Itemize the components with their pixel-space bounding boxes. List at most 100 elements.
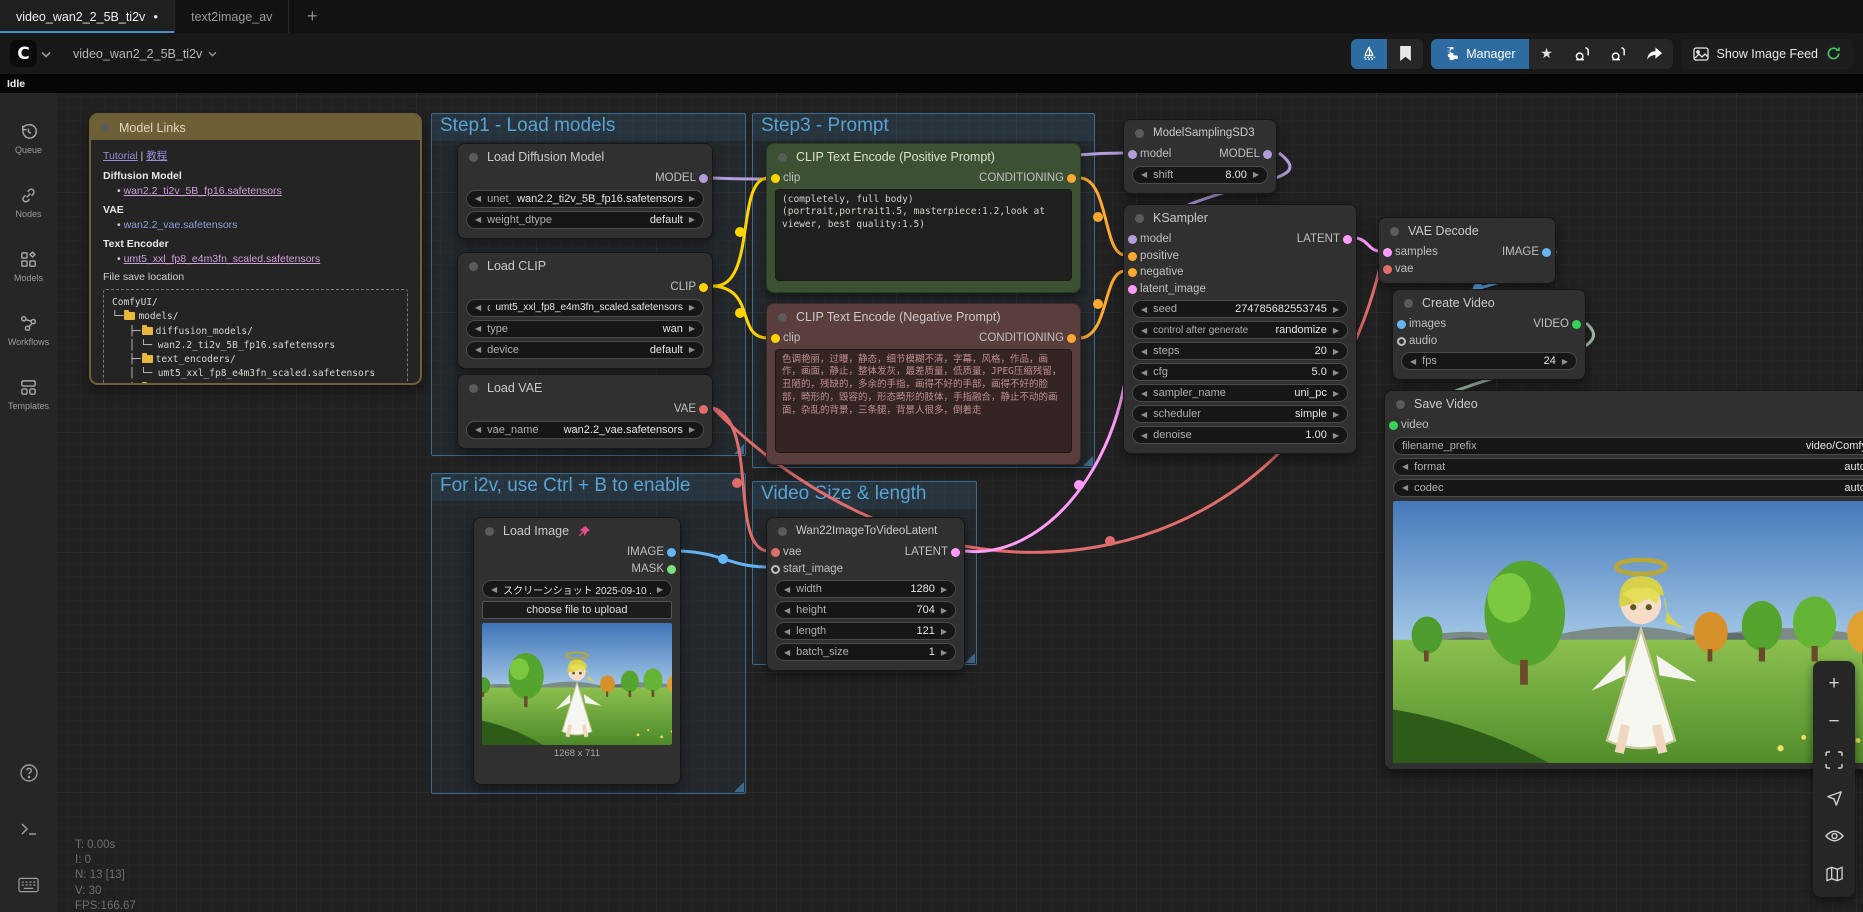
output-port-vae[interactable] (699, 405, 708, 414)
output-port-video[interactable] (1572, 320, 1581, 329)
sidebar-item-models[interactable]: Models (0, 235, 57, 297)
collapse-dot[interactable] (1135, 129, 1144, 138)
widget-type[interactable]: ◀typewan▶ (466, 320, 704, 338)
sidebar-item-templates[interactable]: Templates (0, 363, 57, 425)
node-save-video[interactable]: Save Video video filename_prefixvideo/Co… (1384, 390, 1863, 770)
node-wan22-image-to-video-latent[interactable]: Wan22ImageToVideoLatent vae LATENT start… (766, 517, 965, 671)
widget-denoise[interactable]: ◀denoise1.00▶ (1132, 426, 1348, 444)
toggle-link-visibility-button[interactable] (1817, 819, 1851, 853)
group-title[interactable]: Video Size & length (753, 482, 976, 509)
workflow-name-dropdown[interactable]: video_wan2_2_5B_ti2v (73, 47, 217, 61)
chevron-down-icon[interactable] (41, 45, 51, 63)
widget-scheduler[interactable]: ◀schedulersimple▶ (1132, 405, 1348, 423)
node-create-video[interactable]: Create Video images VIDEO audio ◀fps24▶ (1392, 289, 1586, 380)
collapse-dot[interactable] (1135, 214, 1144, 223)
widget-clip-name[interactable]: ◀clip_...umt5_xxl_fp8_e4m3fn_scaled.safe… (466, 299, 704, 317)
input-port-start-image[interactable] (771, 565, 780, 574)
output-port-model[interactable] (699, 174, 708, 183)
prompt-textarea[interactable]: 色调艳丽，过曝，静态，细节模糊不清，字幕，风格，作品，画作，画面，静止，整体发灰… (775, 349, 1072, 453)
sidebar-item-workflows[interactable]: Workflows (0, 299, 57, 361)
output-port-image[interactable] (667, 548, 676, 557)
collapse-dot[interactable] (778, 527, 787, 536)
widget-fps[interactable]: ◀fps24▶ (1401, 352, 1577, 370)
comfyui-logo[interactable]: C (10, 40, 37, 67)
sail-icon-button[interactable] (1351, 39, 1387, 69)
input-port-negative[interactable] (1128, 268, 1137, 277)
show-image-feed-button[interactable]: Show Image Feed (1681, 39, 1853, 69)
manager-button[interactable]: Manager (1431, 39, 1528, 69)
input-port-vae[interactable] (771, 548, 780, 557)
group-title[interactable]: For i2v, use Ctrl + B to enable (432, 474, 745, 501)
prompt-textarea[interactable]: (completely, full body) (portrait,portra… (775, 189, 1072, 281)
output-port-conditioning[interactable] (1067, 174, 1076, 183)
share-button[interactable] (1637, 39, 1673, 69)
widget-image-select[interactable]: ◀スクリーンショット 2025-09-10 ...▶ (482, 580, 672, 598)
shortcuts-button[interactable] (0, 858, 57, 912)
help-button[interactable] (0, 746, 57, 800)
collapse-dot[interactable] (469, 262, 478, 271)
widget-batch-size[interactable]: ◀batch_size1▶ (775, 643, 956, 661)
widget-steps[interactable]: ◀steps20▶ (1132, 342, 1348, 360)
input-port-model[interactable] (1128, 235, 1137, 244)
collapse-dot[interactable] (485, 527, 494, 536)
widget-width[interactable]: ◀width1280▶ (775, 580, 956, 598)
node-load-diffusion-model[interactable]: Load Diffusion Model MODEL ◀unet_namewan… (457, 143, 713, 239)
node-model-sampling-sd3[interactable]: ModelSamplingSD3 model MODEL ◀shift8.00▶ (1123, 119, 1277, 194)
output-port-clip[interactable] (699, 283, 708, 292)
vacuum-button-1[interactable] (1565, 39, 1601, 69)
tutorial-link[interactable]: Tutorial (103, 150, 138, 162)
node-clip-text-encode-negative[interactable]: CLIP Text Encode (Negative Prompt) clip … (766, 303, 1081, 465)
widget-seed[interactable]: ◀seed274785682553745▶ (1132, 300, 1348, 318)
model-link[interactable]: umt5_xxl_fp8_e4m3fn_scaled.safetensors (124, 253, 321, 265)
widget-device[interactable]: ◀devicedefault▶ (466, 341, 704, 359)
widget-format[interactable]: ◀formatauto▶ (1393, 458, 1863, 476)
collapse-dot[interactable] (778, 153, 787, 162)
tutorial-link-cn[interactable]: 教程 (146, 150, 167, 162)
input-port-positive[interactable] (1128, 252, 1137, 261)
widget-shift[interactable]: ◀shift8.00▶ (1132, 166, 1268, 184)
collapse-dot[interactable] (1396, 400, 1405, 409)
widget-height[interactable]: ◀height704▶ (775, 601, 956, 619)
sidebar-item-nodes[interactable]: Nodes (0, 171, 57, 233)
node-ksampler[interactable]: KSampler model LATENT positive negative … (1123, 204, 1357, 454)
widget-length[interactable]: ◀length121▶ (775, 622, 956, 640)
output-port-latent[interactable] (951, 548, 960, 557)
widget-sampler-name[interactable]: ◀sampler_nameuni_pc▶ (1132, 384, 1348, 402)
node-clip-text-encode-positive[interactable]: CLIP Text Encode (Positive Prompt) clip … (766, 143, 1081, 293)
input-port-vae[interactable] (1383, 265, 1392, 274)
fit-view-button[interactable] (1817, 743, 1851, 777)
collapse-dot[interactable] (469, 384, 478, 393)
widget-codec[interactable]: ◀codecauto▶ (1393, 479, 1863, 497)
output-port-conditioning[interactable] (1067, 334, 1076, 343)
node-load-clip[interactable]: Load CLIP CLIP ◀clip_...umt5_xxl_fp8_e4m… (457, 252, 713, 369)
node-load-image[interactable]: Load Image IMAGE MASK ◀スクリーンショット 2025-09… (473, 517, 681, 785)
input-port-audio[interactable] (1397, 337, 1406, 346)
choose-file-button[interactable]: choose file to upload (482, 601, 672, 619)
collapse-dot[interactable] (778, 313, 787, 322)
input-port-model[interactable] (1128, 150, 1137, 159)
tab-video-wan[interactable]: video_wan2_2_5B_ti2v ● (0, 0, 175, 33)
model-link[interactable]: wan2.2_ti2v_5B_fp16.safetensors (124, 185, 282, 197)
terminal-button[interactable] (0, 802, 57, 856)
input-port-clip[interactable] (771, 334, 780, 343)
select-mode-button[interactable] (1817, 781, 1851, 815)
widget-filename-prefix[interactable]: filename_prefixvideo/ComfyUI (1393, 437, 1863, 455)
input-port-samples[interactable] (1383, 248, 1392, 257)
input-port-latent-image[interactable] (1128, 285, 1137, 294)
collapse-dot[interactable] (469, 153, 478, 162)
input-port-video[interactable] (1389, 421, 1398, 430)
bookmark-button[interactable] (1387, 39, 1423, 69)
zoom-in-button[interactable]: + (1817, 667, 1851, 701)
input-port-images[interactable] (1397, 320, 1406, 329)
node-load-vae[interactable]: Load VAE VAE ◀vae_namewan2.2_vae.safeten… (457, 374, 713, 449)
minimap-button[interactable] (1817, 857, 1851, 891)
group-title[interactable]: Step3 - Prompt (753, 114, 1094, 141)
widget-control-after-generate[interactable]: ◀control after generaterandomize▶ (1132, 321, 1348, 339)
output-port-mask[interactable] (667, 565, 676, 574)
node-vae-decode[interactable]: VAE Decode samples IMAGE vae (1378, 217, 1556, 284)
input-port-clip[interactable] (771, 174, 780, 183)
vacuum-button-2[interactable] (1601, 39, 1637, 69)
zoom-out-button[interactable]: − (1817, 705, 1851, 739)
video-preview[interactable] (1393, 501, 1863, 763)
new-tab-button[interactable]: + (289, 0, 335, 33)
